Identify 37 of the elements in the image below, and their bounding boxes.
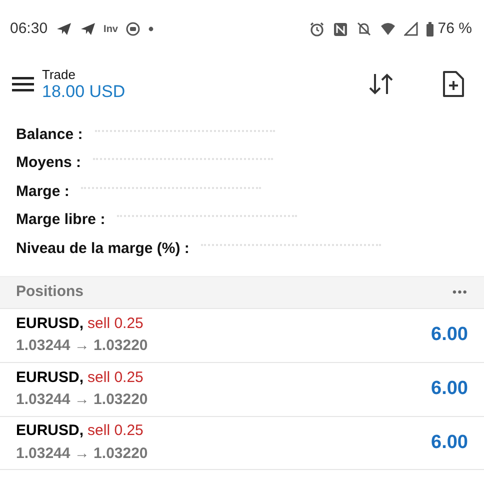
telegram-icon [56, 21, 72, 37]
app-icon [126, 22, 140, 36]
screen-title: Trade [42, 66, 76, 82]
more-button[interactable]: ••• [452, 283, 468, 302]
battery-level: 76 % [438, 18, 472, 39]
summary-label: Marge : [16, 182, 70, 202]
position-profit: 6.00 [431, 430, 468, 455]
battery-icon [426, 22, 434, 36]
summary-label: Niveau de la marge (%) : [16, 238, 190, 259]
position-prices: 1.03244 → 1.03220 [16, 336, 148, 356]
alarm-icon [308, 21, 325, 37]
position-prices: 1.03244 → 1.03220 [16, 444, 148, 464]
position-order: sell 0.25 [88, 314, 144, 334]
wifi-icon [380, 22, 396, 36]
section-title: Positions [16, 282, 84, 302]
account-balance: 18.00 USD [42, 82, 126, 102]
new-document-icon[interactable] [442, 71, 464, 97]
telegram-icon [80, 21, 96, 37]
signal-icon [404, 22, 418, 36]
summary-label: Moyens : [16, 153, 82, 174]
position-profit: 6.00 [431, 323, 468, 348]
nfc-icon [332, 22, 348, 36]
position-symbol: EURUSD, [16, 421, 84, 442]
menu-icon[interactable] [12, 76, 34, 92]
notification-text: Inv [104, 22, 118, 36]
position-symbol: EURUSD, [16, 314, 84, 334]
position-profit: 6.00 [431, 377, 468, 402]
summary-label: Balance : [16, 125, 83, 145]
position-order: sell 0.25 [88, 368, 144, 388]
summary-label: Marge libre : [16, 210, 106, 230]
dot-icon [148, 26, 154, 32]
sort-icon[interactable] [368, 72, 394, 96]
position-prices: 1.03244 → 1.03220 [16, 390, 148, 410]
position-symbol: EURUSD, [16, 368, 84, 388]
position-order: sell 0.25 [88, 421, 144, 442]
status-time: 06:30 [10, 18, 48, 39]
muted-bell-icon [356, 21, 372, 37]
